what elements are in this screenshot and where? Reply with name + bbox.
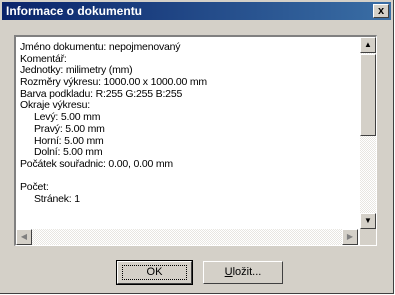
ok-button[interactable]: OK — [116, 260, 193, 285]
close-icon: x — [377, 5, 385, 17]
arrow-left-icon: ◀ — [20, 232, 28, 241]
document-info-dialog: Informace o dokumentu x Jméno dokumentu:… — [0, 0, 394, 294]
save-button-mnemonic: U — [224, 266, 233, 278]
scrollbar-corner — [360, 229, 376, 245]
scroll-up-button[interactable]: ▲ — [360, 37, 376, 53]
save-button[interactable]: Uložit... — [203, 261, 283, 284]
info-line-margin-right: Pravý: 5.00 mm — [34, 122, 105, 135]
arrow-down-icon: ▼ — [364, 216, 372, 225]
title-bar: Informace o dokumentu x — [2, 2, 391, 20]
info-text-area: Jméno dokumentu: nepojmenovaný Komentář:… — [20, 42, 358, 228]
vertical-scroll-thumb[interactable] — [360, 54, 376, 136]
arrow-up-icon: ▲ — [364, 40, 372, 49]
scroll-down-button[interactable]: ▼ — [360, 213, 376, 229]
save-button-label: ložit... — [232, 266, 262, 278]
info-line-pages: Stránek: 1 — [34, 192, 80, 205]
focus-rectangle — [122, 265, 187, 280]
info-line-origin: Počátek souřadnic: 0.00, 0.00 mm — [20, 157, 173, 170]
scroll-left-button[interactable]: ◀ — [16, 229, 32, 245]
arrow-right-icon: ▶ — [346, 232, 354, 241]
info-line-name: Jméno dokumentu: nepojmenovaný — [20, 42, 181, 53]
vertical-scrollbar[interactable]: ▲ ▼ — [360, 37, 376, 229]
horizontal-scrollbar[interactable]: ◀ ▶ — [16, 229, 358, 245]
close-button[interactable]: x — [373, 4, 389, 18]
info-line-blank — [20, 171, 358, 183]
scroll-right-button[interactable]: ▶ — [342, 229, 358, 245]
info-text-box[interactable]: Jméno dokumentu: nepojmenovaný Komentář:… — [14, 35, 377, 246]
dialog-title: Informace o dokumentu — [6, 4, 143, 18]
info-line-dimensions: Rozměry výkresu: 1000.00 x 1000.00 mm — [20, 76, 207, 89]
